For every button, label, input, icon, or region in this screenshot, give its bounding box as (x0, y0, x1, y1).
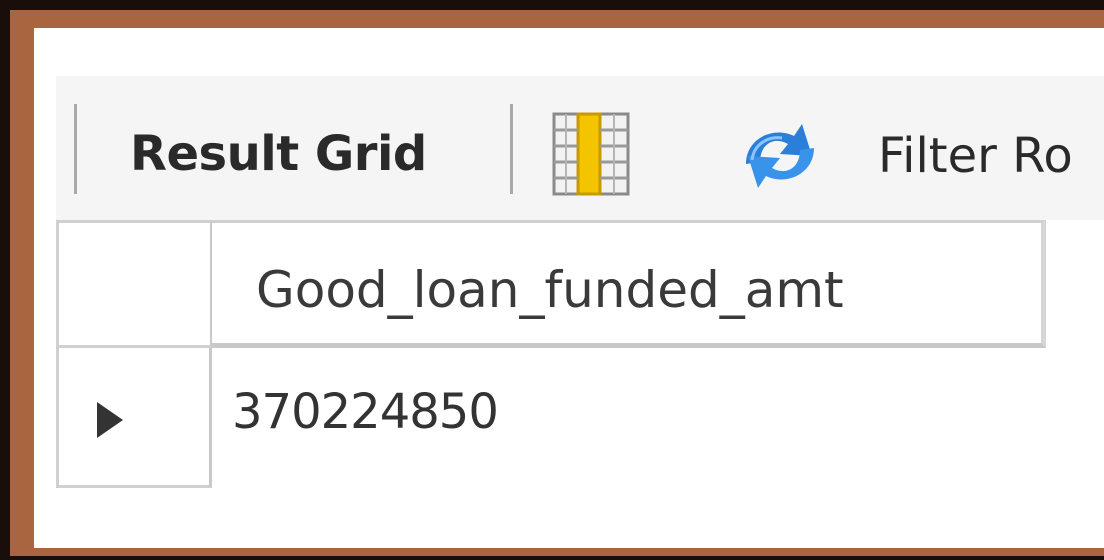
current-row-arrow-icon (97, 402, 123, 438)
grid-layout-icon[interactable] (550, 110, 632, 198)
result-panel: Result Grid Filter Ro Good_loan_funded_a… (34, 28, 1104, 548)
grid-corner-cell[interactable] (56, 220, 212, 348)
result-grid-tab[interactable]: Result Grid (130, 126, 427, 182)
column-header-label: Good_loan_funded_amt (256, 261, 844, 319)
column-header[interactable]: Good_loan_funded_amt (212, 220, 1046, 348)
table-cell[interactable]: 370224850 (232, 384, 499, 440)
toolbar-separator (74, 104, 77, 194)
window-frame: Result Grid Filter Ro Good_loan_funded_a… (10, 10, 1104, 556)
refresh-icon[interactable] (732, 114, 828, 198)
result-grid: Good_loan_funded_amt 370224850 (56, 220, 1104, 548)
filter-rows-label: Filter Ro (878, 128, 1073, 184)
row-header[interactable] (56, 348, 212, 488)
toolbar-separator (510, 104, 513, 194)
result-toolbar: Result Grid Filter Ro (56, 76, 1104, 220)
